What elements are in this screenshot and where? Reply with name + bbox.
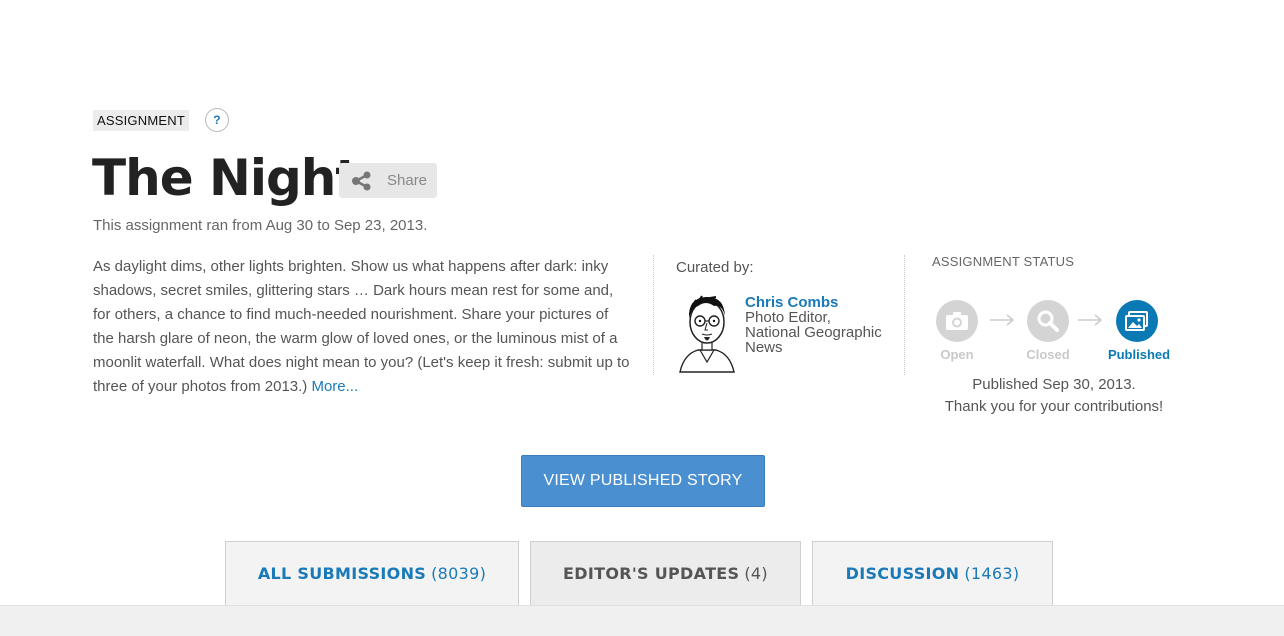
tab-label: ALL SUBMISSIONS: [257, 564, 427, 583]
more-link[interactable]: More...: [311, 378, 358, 395]
magnifier-icon: [1036, 309, 1060, 333]
assignment-tag-row: ASSIGNMENT ?: [93, 108, 229, 132]
status-open-label: Open: [940, 347, 974, 362]
status-published-step: [1116, 300, 1158, 342]
divider: [653, 255, 654, 375]
divider: [904, 255, 905, 375]
assignment-description: As daylight dims, other lights brighten.…: [93, 255, 633, 399]
arrow-right-icon: [1076, 309, 1104, 336]
curator-avatar[interactable]: [676, 292, 738, 379]
tab-editors-updates[interactable]: EDITOR'S UPDATES (4): [530, 541, 801, 607]
tab-label: DISCUSSION: [845, 564, 960, 583]
share-label: Share: [387, 172, 428, 189]
tab-label: EDITOR'S UPDATES: [563, 564, 740, 583]
tab-all-submissions[interactable]: ALL SUBMISSIONS (8039): [225, 541, 519, 607]
tab-count: (4): [744, 564, 768, 583]
help-button[interactable]: ?: [204, 108, 229, 132]
view-published-story-button[interactable]: VIEW PUBLISHED STORY: [521, 455, 765, 507]
arrow-right-icon: [988, 309, 1016, 336]
published-date: Published Sep 30, 2013.: [972, 376, 1136, 393]
tab-discussion[interactable]: DISCUSSION (1463): [812, 541, 1053, 607]
curated-by-label: Curated by:: [676, 259, 754, 276]
tab-count: (8039): [431, 564, 487, 583]
status-open-step: [936, 300, 978, 342]
published-info: Published Sep 30, 2013. Thank you for yo…: [924, 374, 1184, 418]
assignment-status-label: ASSIGNMENT STATUS: [932, 254, 1075, 269]
assignment-tag: ASSIGNMENT: [93, 109, 189, 131]
photos-icon: [1124, 310, 1150, 332]
description-text: As daylight dims, other lights brighten.…: [93, 258, 630, 395]
status-closed-step: [1027, 300, 1069, 342]
page-title: The Night: [92, 149, 359, 207]
tab-count: (1463): [964, 564, 1020, 583]
content-band: [0, 605, 1284, 636]
status-closed-label: Closed: [1026, 347, 1070, 362]
assignment-dates: This assignment ran from Aug 30 to Sep 2…: [93, 217, 428, 234]
status-published-label: Published: [1107, 347, 1171, 362]
thanks-message: Thank you for your contributions!: [944, 398, 1164, 415]
camera-icon: [945, 311, 969, 331]
share-button[interactable]: Share: [339, 163, 437, 198]
share-icon: [351, 171, 373, 191]
curator-role: Photo Editor, National Geographic News: [745, 309, 882, 356]
